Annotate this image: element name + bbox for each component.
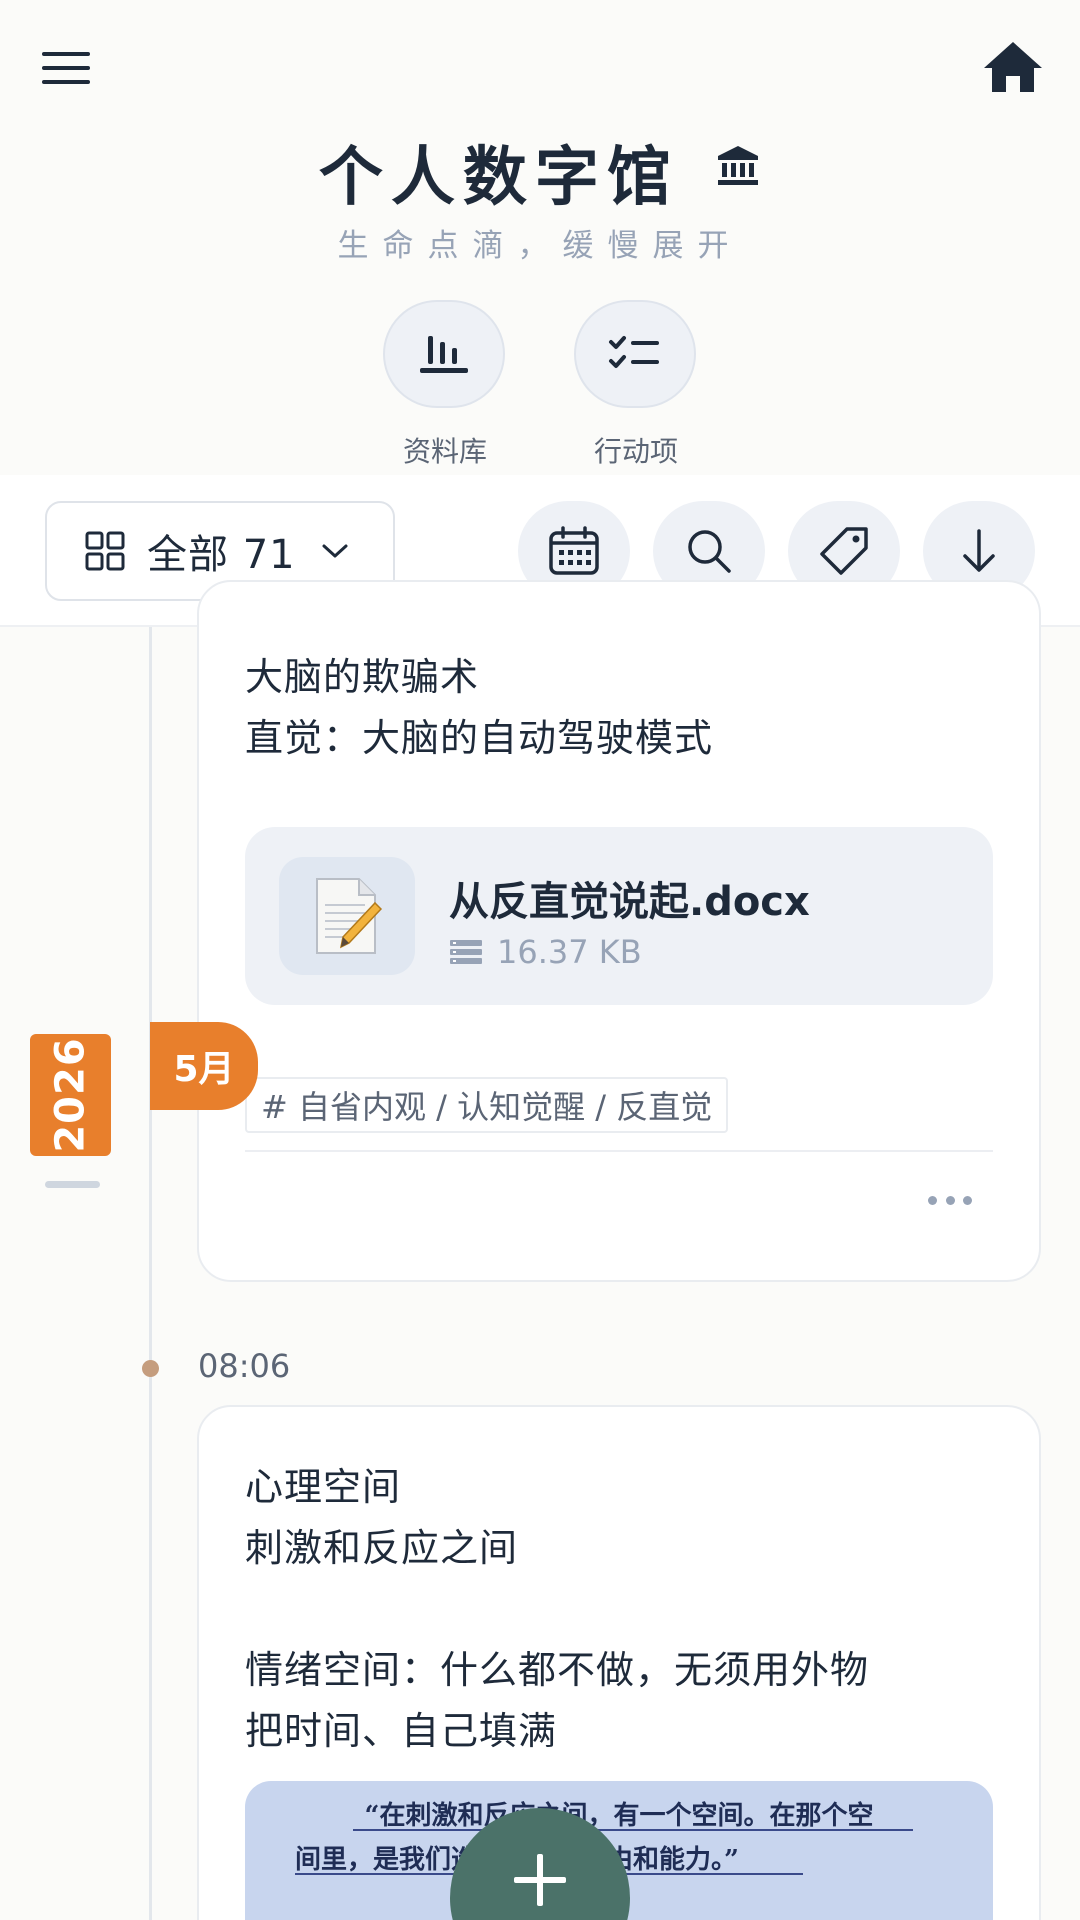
year-label: 2026 [47,1037,94,1153]
home-button[interactable] [978,36,1048,100]
year-scroll-indicator[interactable] [45,1181,100,1188]
search-icon [688,530,731,573]
download-arrow-icon [963,529,995,572]
timeline-dot [142,1360,159,1377]
tag-icon [820,527,868,575]
image-quote-line: 间里，是我们选择回应的自由和能力。” [295,1839,993,1876]
card-divider [245,1150,993,1152]
file-attachment[interactable]: 从反直觉说起.docx 16.37 KB [245,827,993,1005]
document-icon [279,857,415,975]
entry-text-line: 情绪空间：什么都不做，无须用外物 [245,1648,870,1692]
more-options-button[interactable] [920,1180,980,1220]
library-button[interactable] [383,300,505,408]
year-badge[interactable]: 2026 [30,1034,111,1156]
quick-action-library[interactable]: 资料库 [383,300,507,470]
entry-text-line: 直觉：大脑的自动驾驶模式 [245,716,714,760]
file-size: 16.37 KB [449,933,642,971]
timeline-line [149,627,152,1920]
entry-text-line: 把时间、自己填满 [245,1709,558,1753]
action-items-button[interactable] [574,300,696,408]
action-items-label: 行动项 [593,435,678,468]
entry-text-line: 刺激和反应之间 [245,1526,519,1570]
chevron-down-icon [322,544,348,558]
storage-icon [450,940,482,964]
more-dot [945,1195,955,1205]
grid-icon [85,531,125,571]
library-icon [420,336,468,373]
page-subtitle: 生命点滴，缓慢展开 [337,228,743,264]
checklist-icon [609,336,659,368]
entry-time: 08:06 [198,1347,291,1385]
month-badge[interactable]: 5月 [150,1022,258,1110]
page-title: 个人数字馆 [0,126,1080,218]
home-icon [984,42,1042,92]
calendar-icon [549,526,599,575]
file-size-text: 16.37 KB [497,933,642,971]
plus-icon [514,1854,566,1906]
file-name: 从反直觉说起.docx [449,879,810,925]
quote-underline [353,1829,913,1831]
more-dot [928,1195,937,1205]
library-label: 资料库 [402,435,487,468]
entry-text-line: 心理空间 [245,1465,402,1509]
entry-text-line: 大脑的欺骗术 [245,655,480,699]
entry-tag[interactable]: # 自省内观 / 认知觉醒 / 反直觉 [245,1077,729,1133]
more-dot [963,1195,972,1205]
quick-action-actions[interactable]: 行动项 [574,300,698,470]
page-title-text: 个人数字馆 [318,141,679,215]
image-quote-line: “在刺激和反应之间，有一个空间。在那个空 [364,1801,874,1831]
menu-button[interactable] [36,44,96,92]
filter-label: 全部 71 [147,532,296,578]
museum-icon [718,146,759,185]
